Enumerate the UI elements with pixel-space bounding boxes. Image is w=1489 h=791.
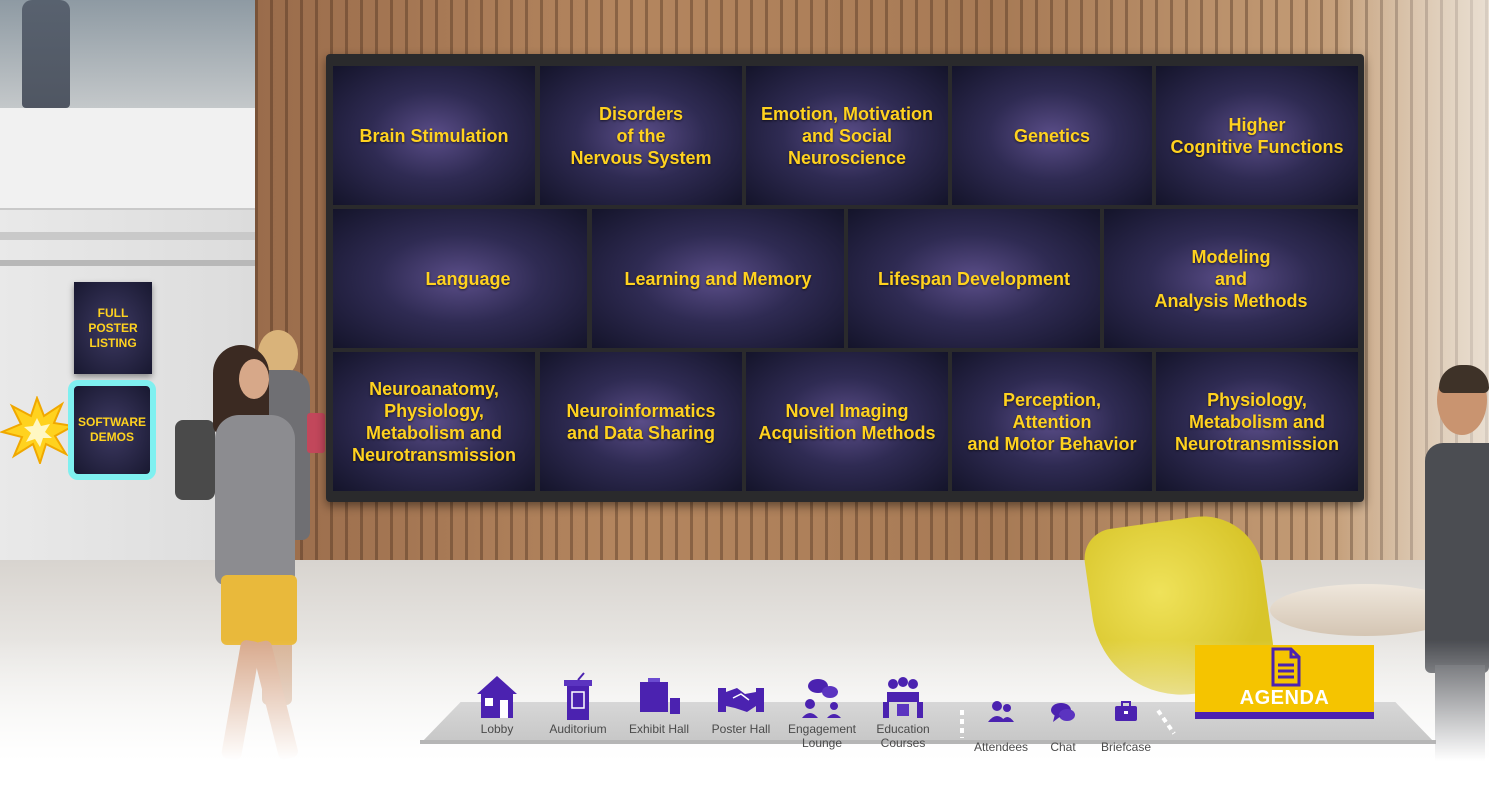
- category-learning-memory[interactable]: Learning and Memory: [592, 209, 844, 348]
- category-perception-attention[interactable]: Perception, Attention and Motor Behavior: [952, 352, 1152, 491]
- briefcase-icon: [1115, 701, 1137, 721]
- category-neuroanatomy[interactable]: Neuroanatomy, Physiology, Metabolism and…: [333, 352, 535, 491]
- nav-label: Poster Hall: [711, 722, 771, 736]
- document-icon: [1271, 647, 1300, 687]
- category-physiology-metabolism[interactable]: Physiology, Metabolism and Neurotransmis…: [1156, 352, 1358, 491]
- category-higher-cognitive-functions[interactable]: Higher Cognitive Functions: [1156, 66, 1358, 205]
- nav-label: Education Courses: [876, 722, 930, 750]
- exhibit-booth-icon: [640, 678, 680, 714]
- podium-icon: [564, 672, 592, 720]
- category-emotion-motivation[interactable]: Emotion, Motivation and Social Neuroscie…: [746, 66, 948, 205]
- house-icon: [477, 676, 517, 718]
- poster-category-video-wall: Brain Stimulation Disorders of the Nervo…: [326, 54, 1364, 502]
- chat-bubbles-icon: [1051, 703, 1075, 722]
- category-novel-imaging[interactable]: Novel Imaging Acquisition Methods: [746, 352, 948, 491]
- nav-briefcase[interactable]: Briefcase: [1096, 698, 1156, 754]
- ledge-line: [0, 260, 255, 266]
- nav-divider: [960, 710, 964, 738]
- nav-label: Auditorium: [549, 722, 607, 736]
- nav-engagement-lounge[interactable]: Engagement Lounge: [786, 672, 858, 750]
- nav-auditorium[interactable]: Auditorium: [545, 672, 611, 736]
- nav-label: Exhibit Hall: [628, 722, 690, 736]
- nav-label: Briefcase: [1100, 740, 1152, 754]
- nav-label: Chat: [1050, 740, 1076, 754]
- handshake-icon: [718, 688, 764, 712]
- full-poster-listing-button[interactable]: FULL POSTER LISTING: [74, 282, 152, 374]
- nav-label: Attendees: [973, 740, 1029, 754]
- people-icon: [988, 701, 1014, 722]
- nav-attendees[interactable]: Attendees: [968, 698, 1034, 754]
- classroom-icon: [883, 677, 923, 718]
- software-demos-button[interactable]: SOFTWARE DEMOS: [68, 380, 156, 480]
- mezzanine-ledge: [0, 108, 255, 210]
- category-language[interactable]: Language: [333, 209, 587, 348]
- nav-poster-hall[interactable]: Poster Hall: [706, 672, 776, 736]
- agenda-button[interactable]: AGENDA: [1195, 645, 1374, 719]
- nav-education-courses[interactable]: Education Courses: [868, 672, 938, 750]
- nav-lobby[interactable]: Lobby: [466, 672, 528, 736]
- ledge-line: [0, 232, 255, 240]
- category-disorders-nervous-system[interactable]: Disorders of the Nervous System: [540, 66, 742, 205]
- background-person: [22, 0, 70, 108]
- starburst-icon: [0, 396, 74, 464]
- nav-chat[interactable]: Chat: [1040, 698, 1086, 754]
- category-neuroinformatics[interactable]: Neuroinformatics and Data Sharing: [540, 352, 742, 491]
- agenda-label: AGENDA: [1239, 687, 1330, 709]
- discussion-icon: [802, 679, 841, 718]
- category-brain-stimulation[interactable]: Brain Stimulation: [333, 66, 535, 205]
- nav-label: Lobby: [480, 722, 514, 736]
- category-modeling-analysis[interactable]: Modeling and Analysis Methods: [1104, 209, 1358, 348]
- category-lifespan-development[interactable]: Lifespan Development: [848, 209, 1100, 348]
- nav-label: Engagement Lounge: [787, 722, 857, 750]
- nav-exhibit-hall[interactable]: Exhibit Hall: [624, 672, 694, 736]
- category-genetics[interactable]: Genetics: [952, 66, 1152, 205]
